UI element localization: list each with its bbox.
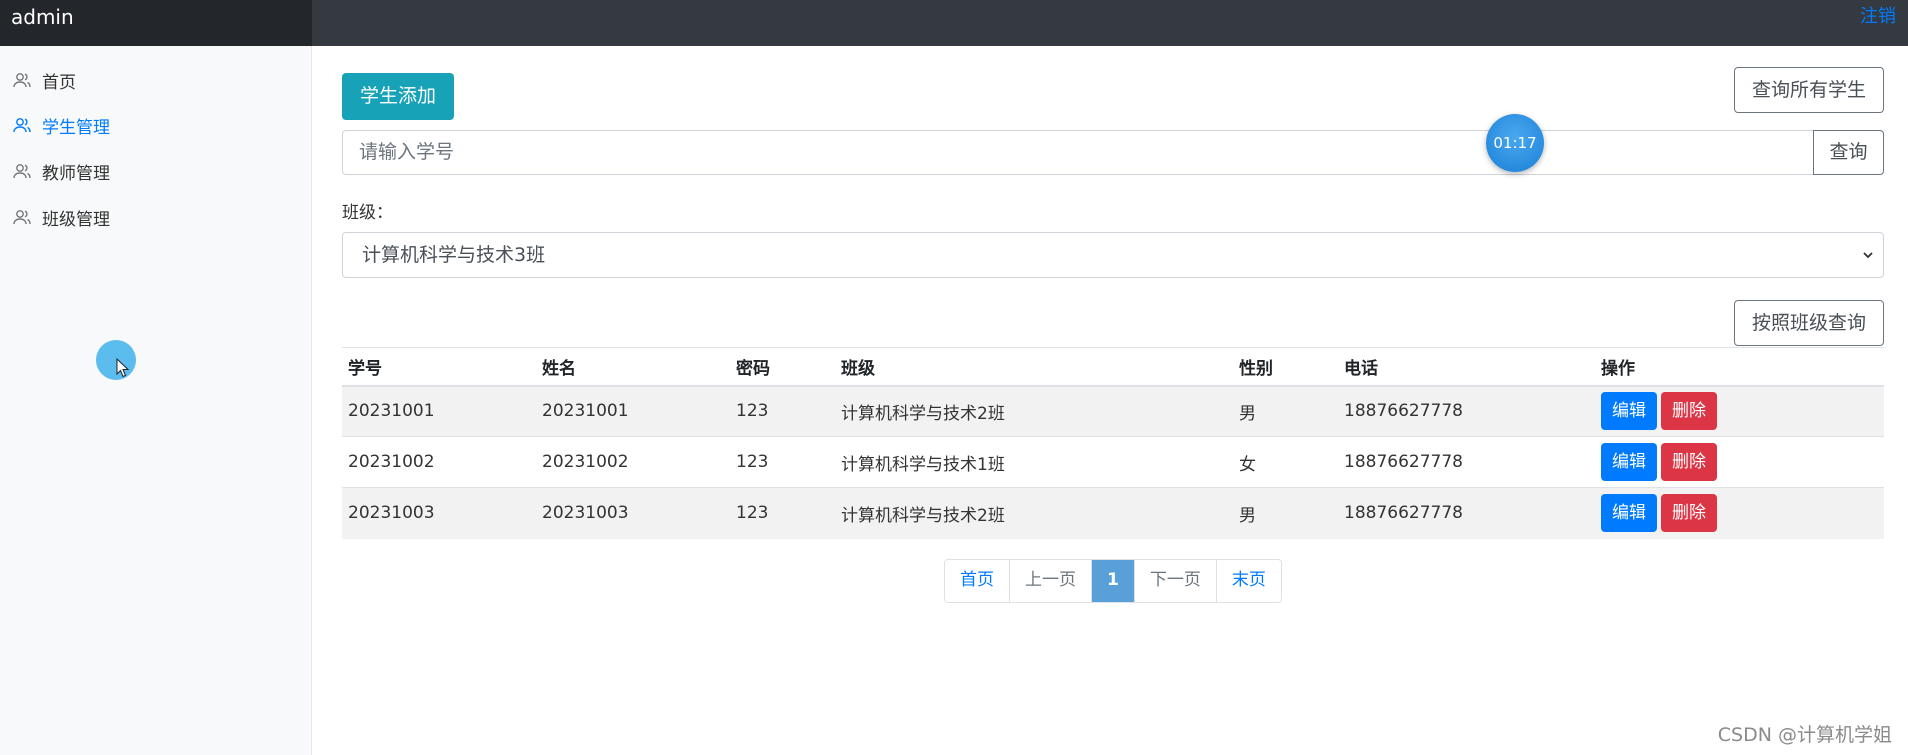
- column-header: 操作: [1595, 347, 1884, 387]
- users-icon: [13, 118, 31, 133]
- table-row: 20231003 20231003 123 计算机科学与技术2班 男 18876…: [342, 487, 1884, 539]
- cell-password: 123: [730, 487, 835, 539]
- class-select-value: 计算机科学与技术3班: [362, 244, 546, 266]
- cell-gender: 男: [1233, 487, 1338, 539]
- cell-gender: 男: [1233, 385, 1338, 437]
- column-header: 密码: [730, 347, 835, 387]
- cell-name: 20231002: [536, 436, 730, 488]
- cell-student-id: 20231002: [342, 436, 536, 488]
- sidebar-item-label: 学生管理: [42, 117, 110, 138]
- cell-phone: 18876627778: [1338, 385, 1595, 437]
- class-label: 班级：: [342, 203, 393, 223]
- edit-button[interactable]: 编辑: [1601, 494, 1657, 533]
- chevron-down-icon: [1863, 252, 1873, 259]
- sidebar-item-label: 首页: [42, 72, 76, 93]
- cell-actions: 编辑 删除: [1595, 385, 1884, 437]
- page-last-link[interactable]: 末页: [1217, 560, 1281, 602]
- query-by-class-button[interactable]: 按照班级查询: [1734, 300, 1884, 346]
- page-next-link[interactable]: 下一页: [1135, 560, 1217, 602]
- cell-student-id: 20231003: [342, 487, 536, 539]
- cell-actions: 编辑 删除: [1595, 487, 1884, 539]
- sidebar: 首页 学生管理 教师管理 班级管理: [0, 46, 312, 755]
- sidebar-item-home[interactable]: 首页: [12, 65, 76, 95]
- edit-button[interactable]: 编辑: [1601, 392, 1657, 431]
- table-header-row: 学号 姓名 密码 班级 性别 电话 操作: [342, 347, 1884, 387]
- cell-name: 20231001: [536, 385, 730, 437]
- users-icon: [13, 164, 31, 179]
- page-first-link[interactable]: 首页: [945, 560, 1010, 602]
- delete-button[interactable]: 删除: [1661, 494, 1717, 533]
- add-student-button[interactable]: 学生添加: [342, 73, 454, 120]
- recording-timer-badge: 01:17: [1486, 114, 1544, 172]
- delete-button[interactable]: 删除: [1661, 443, 1717, 481]
- watermark: CSDN @计算机学姐: [1717, 724, 1892, 746]
- brand-title[interactable]: admin: [0, 0, 312, 46]
- pagination: 首页 上一页 1 下一页 末页: [944, 559, 1282, 603]
- cell-phone: 18876627778: [1338, 436, 1595, 488]
- delete-button[interactable]: 删除: [1661, 392, 1717, 431]
- column-header: 学号: [342, 347, 536, 387]
- column-header: 电话: [1338, 347, 1595, 387]
- query-all-students-button[interactable]: 查询所有学生: [1734, 67, 1884, 113]
- cell-phone: 18876627778: [1338, 487, 1595, 539]
- logout-link[interactable]: 注销: [1860, 0, 1896, 34]
- column-header: 性别: [1233, 347, 1338, 387]
- cell-actions: 编辑 删除: [1595, 436, 1884, 488]
- cell-password: 123: [730, 385, 835, 437]
- sidebar-item-students[interactable]: 学生管理: [12, 110, 110, 140]
- student-id-search-input[interactable]: 请输入学号: [342, 130, 1814, 175]
- class-select[interactable]: 计算机科学与技术3班: [342, 232, 1884, 278]
- cell-name: 20231003: [536, 487, 730, 539]
- cell-gender: 女: [1233, 436, 1338, 488]
- page-current[interactable]: 1: [1092, 560, 1135, 602]
- mouse-cursor-icon: [116, 358, 130, 378]
- cell-class: 计算机科学与技术2班: [835, 385, 1233, 437]
- page-prev-link[interactable]: 上一页: [1010, 560, 1092, 602]
- search-button[interactable]: 查询: [1813, 130, 1884, 175]
- students-table: 学号 姓名 密码 班级 性别 电话 操作 20231001 20231001 1…: [342, 347, 1884, 539]
- users-icon: [13, 73, 31, 88]
- column-header: 姓名: [536, 347, 730, 387]
- top-navbar: admin 注销: [0, 0, 1908, 46]
- sidebar-item-label: 教师管理: [42, 163, 110, 184]
- cell-class: 计算机科学与技术1班: [835, 436, 1233, 488]
- cell-class: 计算机科学与技术2班: [835, 487, 1233, 539]
- users-icon: [13, 210, 31, 225]
- column-header: 班级: [835, 347, 1233, 387]
- sidebar-item-teachers[interactable]: 教师管理: [12, 156, 110, 186]
- sidebar-item-label: 班级管理: [42, 209, 110, 230]
- table-row: 20231001 20231001 123 计算机科学与技术2班 男 18876…: [342, 385, 1884, 437]
- cell-password: 123: [730, 436, 835, 488]
- table-row: 20231002 20231002 123 计算机科学与技术1班 女 18876…: [342, 436, 1884, 488]
- main-content: 学生添加 查询所有学生 请输入学号 查询 01:17 班级： 计算机科学与技术3…: [312, 46, 1908, 755]
- cell-student-id: 20231001: [342, 385, 536, 437]
- sidebar-item-classes[interactable]: 班级管理: [12, 202, 110, 232]
- edit-button[interactable]: 编辑: [1601, 443, 1657, 481]
